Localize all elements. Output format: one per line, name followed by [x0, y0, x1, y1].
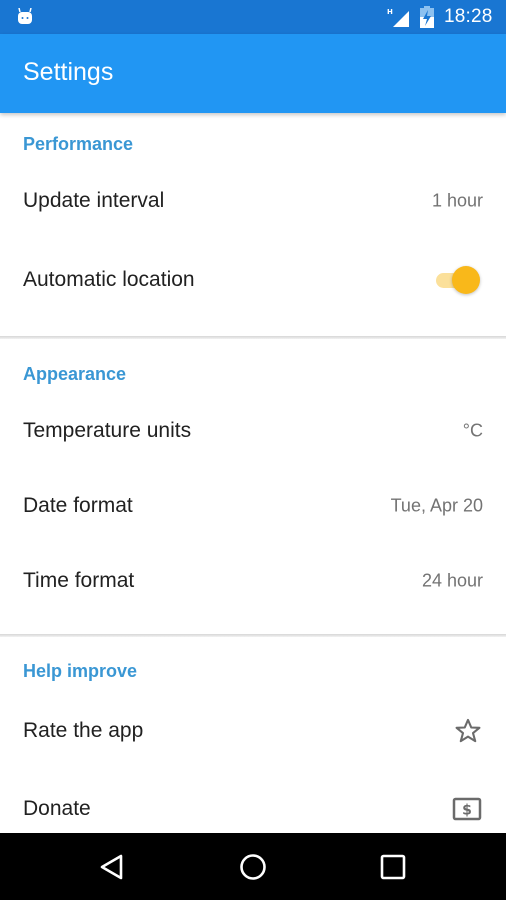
dollar-bill-icon: $ — [452, 797, 482, 820]
status-clock: 18:28 — [444, 6, 493, 27]
svg-text:$: $ — [462, 802, 472, 818]
navigation-bar — [0, 833, 506, 900]
home-button-icon[interactable] — [237, 851, 269, 883]
app-bar: Settings — [0, 34, 506, 113]
pref-donate[interactable]: Donate $ — [0, 771, 506, 833]
android-notification-icon — [18, 8, 32, 24]
pref-label: Automatic location — [23, 267, 195, 291]
recents-button-icon[interactable] — [377, 851, 409, 883]
section-appearance: Appearance Temperature units °C Date for… — [0, 339, 506, 635]
pref-time-format[interactable]: Time format 24 hour — [0, 543, 506, 618]
section-header: Help improve — [23, 661, 138, 681]
pref-label: Date format — [23, 493, 133, 517]
signal-icon: H — [387, 8, 409, 27]
pref-label: Time format — [23, 568, 135, 592]
toggle-thumb — [452, 265, 480, 294]
star-outline-icon — [455, 718, 481, 742]
automatic-location-toggle[interactable] — [434, 265, 480, 295]
section-header: Performance — [23, 134, 134, 154]
battery-charging-icon — [420, 6, 434, 28]
settings-list[interactable]: Performance Update interval 1 hour Autom… — [0, 113, 506, 833]
network-type-label: H — [387, 8, 393, 16]
pref-value: Tue, Apr 20 — [390, 495, 483, 515]
pref-automatic-location[interactable]: Automatic location — [0, 242, 506, 317]
section-performance: Performance Update interval 1 hour Autom… — [0, 113, 506, 337]
pref-temperature-units[interactable]: Temperature units °C — [0, 393, 506, 468]
pref-label: Update interval — [23, 188, 165, 212]
pref-value: 1 hour — [431, 190, 483, 210]
pref-label: Temperature units — [23, 418, 192, 442]
pref-update-interval[interactable]: Update interval 1 hour — [0, 163, 506, 238]
pref-label: Rate the app — [23, 718, 144, 742]
pref-rate-the-app[interactable]: Rate the app — [0, 693, 506, 768]
pref-date-format[interactable]: Date format Tue, Apr 20 — [0, 468, 506, 543]
section-help-improve: Help improve Rate the app Donate $ — [0, 637, 506, 833]
pref-label: Donate — [23, 796, 91, 820]
status-bar: H 18:28 — [0, 0, 506, 34]
pref-value: 24 hour — [421, 570, 483, 590]
page-title: Settings — [23, 58, 114, 86]
section-header: Appearance — [23, 364, 127, 384]
pref-value: °C — [462, 420, 483, 440]
back-button-icon[interactable] — [97, 851, 129, 883]
